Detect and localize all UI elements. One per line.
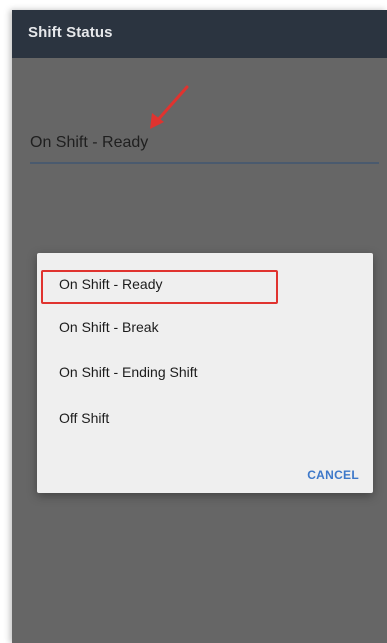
field-underline [30, 162, 379, 164]
cancel-button[interactable]: CANCEL [307, 468, 359, 482]
option-label: On Shift - Ready [59, 276, 163, 292]
shift-status-field[interactable]: On Shift - Ready [30, 130, 379, 164]
option-label: On Shift - Ending Shift [59, 364, 198, 380]
option-label: Off Shift [59, 410, 110, 426]
screenshot-frame: Shift Status On Shift - Ready On Shift -… [0, 0, 387, 643]
option-on-shift-break[interactable]: On Shift - Break [37, 308, 373, 348]
option-on-shift-ready[interactable]: On Shift - Ready [37, 265, 373, 305]
shift-status-dialog: On Shift - Ready On Shift - Break On Shi… [37, 253, 373, 493]
option-on-shift-ending-shift[interactable]: On Shift - Ending Shift [37, 353, 373, 393]
page-title: Shift Status [28, 24, 113, 41]
shift-status-value: On Shift - Ready [30, 134, 149, 151]
option-label: On Shift - Break [59, 319, 159, 335]
option-off-shift[interactable]: Off Shift [37, 399, 373, 439]
app-screen: Shift Status On Shift - Ready On Shift -… [12, 10, 387, 643]
app-bar: Shift Status [12, 10, 387, 58]
